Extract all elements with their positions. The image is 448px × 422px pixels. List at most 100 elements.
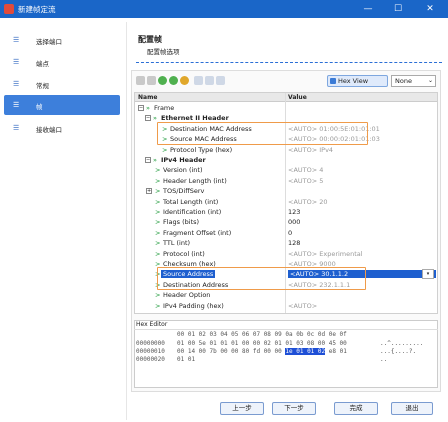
next-button[interactable]: 下一步: [272, 402, 316, 415]
hex-bytes[interactable]: 01 00 5e 01 01 01 00 00 02 01 01 03 08 0…: [177, 340, 347, 347]
arrow-icon: >: [155, 249, 161, 258]
sidebar-item-endpoint[interactable]: ☰ 端点: [4, 52, 120, 72]
tree-row[interactable]: > Identification (int) 123: [135, 207, 437, 217]
column-header-name: Name: [138, 94, 158, 101]
row-value[interactable]: <AUTO>: [288, 302, 317, 310]
row-value[interactable]: <AUTO> 5: [288, 177, 323, 185]
row-value[interactable]: <AUTO> 20: [288, 198, 328, 206]
sidebar-item-label: 端点: [36, 60, 49, 68]
arrow-icon: >: [155, 239, 161, 248]
hex-ascii: ..^.........: [380, 340, 424, 347]
arrow-icon: >: [155, 208, 161, 216]
hex-editor-divider: [134, 329, 438, 330]
tree-row[interactable]: + > TOS/DiffServ: [135, 186, 437, 196]
window-title: 新建帧定流: [18, 5, 56, 14]
arrow-icon: >: [155, 218, 161, 227]
row-name: Flags (bits): [163, 218, 200, 227]
tree-row[interactable]: > Version (int) <AUTO> 4: [135, 165, 437, 175]
collapse-toggle-icon[interactable]: −: [145, 157, 151, 163]
close-button[interactable]: ✕: [418, 1, 442, 17]
row-name: Frame: [154, 104, 175, 112]
arrow-icon: »: [153, 156, 157, 164]
hex-view-label: Hex View: [338, 77, 369, 85]
expand-icon[interactable]: [147, 76, 156, 85]
row-value[interactable]: <AUTO> IPv4: [288, 146, 333, 154]
row-value[interactable]: <AUTO> 4: [288, 166, 323, 174]
column-header-value: Value: [288, 94, 307, 101]
tree-row[interactable]: > Header Option: [135, 290, 437, 300]
tree-row[interactable]: > Protocol (int) <AUTO> Experimental: [135, 249, 437, 259]
row-name: IPv4 Header: [161, 156, 206, 164]
chevron-down-icon[interactable]: ▾: [422, 269, 434, 280]
hex-bytes[interactable]: 00 14 00 7b 00 00 80 fd 00 00 1e 01 01 0…: [177, 348, 347, 355]
list-icon: ☰: [13, 80, 20, 88]
tree-row[interactable]: > TTL (int) 128: [135, 238, 437, 248]
import-icon[interactable]: [216, 76, 225, 85]
arrow-icon: >: [155, 187, 161, 196]
hex-ascii: ..: [380, 356, 388, 363]
sidebar-divider: [126, 22, 127, 420]
add-child-icon[interactable]: [169, 76, 178, 85]
sidebar-item-select-port[interactable]: ☰ 选择端口: [4, 30, 120, 50]
tree-row[interactable]: > Total Length (int) <AUTO> 20: [135, 197, 437, 207]
row-name: Identification (int): [163, 208, 222, 216]
sidebar-item-general[interactable]: ☰ 常规: [4, 74, 120, 94]
row-name: TOS/DiffServ: [163, 187, 205, 196]
hex-editor-label: Hex Editor: [136, 321, 168, 328]
copy-icon[interactable]: [194, 76, 203, 85]
tree-row[interactable]: − » Frame: [135, 103, 437, 113]
row-value[interactable]: 000: [288, 218, 300, 226]
exit-button[interactable]: 退出: [391, 402, 433, 415]
sidebar-item-receive-port[interactable]: ☰ 接收端口: [4, 118, 120, 138]
hex-view-button[interactable]: Hex View: [327, 75, 388, 87]
row-name: Total Length (int): [163, 197, 219, 206]
tree-row[interactable]: > Protocol Type (hex) <AUTO> IPv4: [135, 145, 437, 155]
frame-toolbar: Hex View None ⌄: [134, 74, 438, 88]
row-name: Protocol (int): [163, 249, 205, 258]
row-name: IPv4 Padding (hex): [163, 301, 224, 310]
row-value[interactable]: <AUTO> Experimental: [288, 250, 363, 258]
tree-row[interactable]: > Header Length (int) <AUTO> 5: [135, 176, 437, 186]
collapse-toggle-icon[interactable]: −: [138, 105, 144, 111]
finish-button[interactable]: 完成: [334, 402, 378, 415]
prev-button[interactable]: 上一步: [220, 402, 264, 415]
tree-row[interactable]: > Fragment Offset (int) 0: [135, 228, 437, 238]
arrow-icon: >: [155, 176, 161, 185]
arrow-icon: >: [155, 228, 161, 237]
row-value[interactable]: 0: [288, 229, 292, 237]
arrow-icon: »: [153, 114, 157, 123]
row-value[interactable]: 123: [288, 208, 300, 216]
arrow-icon: >: [155, 301, 161, 310]
hex-bytes-selected: 1e 01 01 02: [285, 348, 326, 355]
add-icon[interactable]: [158, 76, 167, 85]
hex-bytes-pre: 00 14 00 7b 00 00 80 fd 00 00: [177, 348, 282, 355]
grid-header: Name Value: [135, 93, 437, 102]
sidebar-item-label: 帧: [36, 103, 43, 111]
hex-bytes[interactable]: 01 01: [177, 356, 195, 363]
expand-toggle-icon[interactable]: +: [146, 188, 152, 195]
row-name: Header Option: [163, 291, 211, 300]
hex-offset: 00000010: [136, 348, 165, 355]
maximize-button[interactable]: ☐: [386, 1, 410, 17]
arrow-icon: >: [162, 145, 168, 154]
row-value[interactable]: 128: [288, 239, 300, 247]
tree-row[interactable]: > Flags (bits) 000: [135, 217, 437, 227]
page-subtitle: 配置帧选项: [147, 48, 180, 56]
view-mode-select[interactable]: None ⌄: [391, 75, 436, 87]
row-name: Protocol Type (hex): [170, 145, 233, 154]
paste-icon[interactable]: [205, 76, 214, 85]
row-name: TTL (int): [163, 239, 191, 248]
arrow-icon: >: [155, 291, 161, 300]
mac-address-highlight: [157, 122, 368, 145]
sidebar-item-frame[interactable]: ☰ 帧: [4, 95, 120, 115]
ip-address-highlight: [157, 267, 366, 290]
collapse-icon[interactable]: [136, 76, 145, 85]
list-icon: ☰: [13, 124, 20, 132]
sidebar-item-label: 选择端口: [36, 38, 62, 46]
minimize-button[interactable]: —: [356, 1, 380, 17]
list-icon: ☰: [13, 36, 20, 44]
tree-row[interactable]: − » IPv4 Header: [135, 155, 437, 165]
delete-icon[interactable]: [180, 76, 189, 85]
collapse-toggle-icon[interactable]: −: [145, 115, 151, 122]
tree-row[interactable]: > IPv4 Padding (hex) <AUTO>: [135, 301, 437, 311]
